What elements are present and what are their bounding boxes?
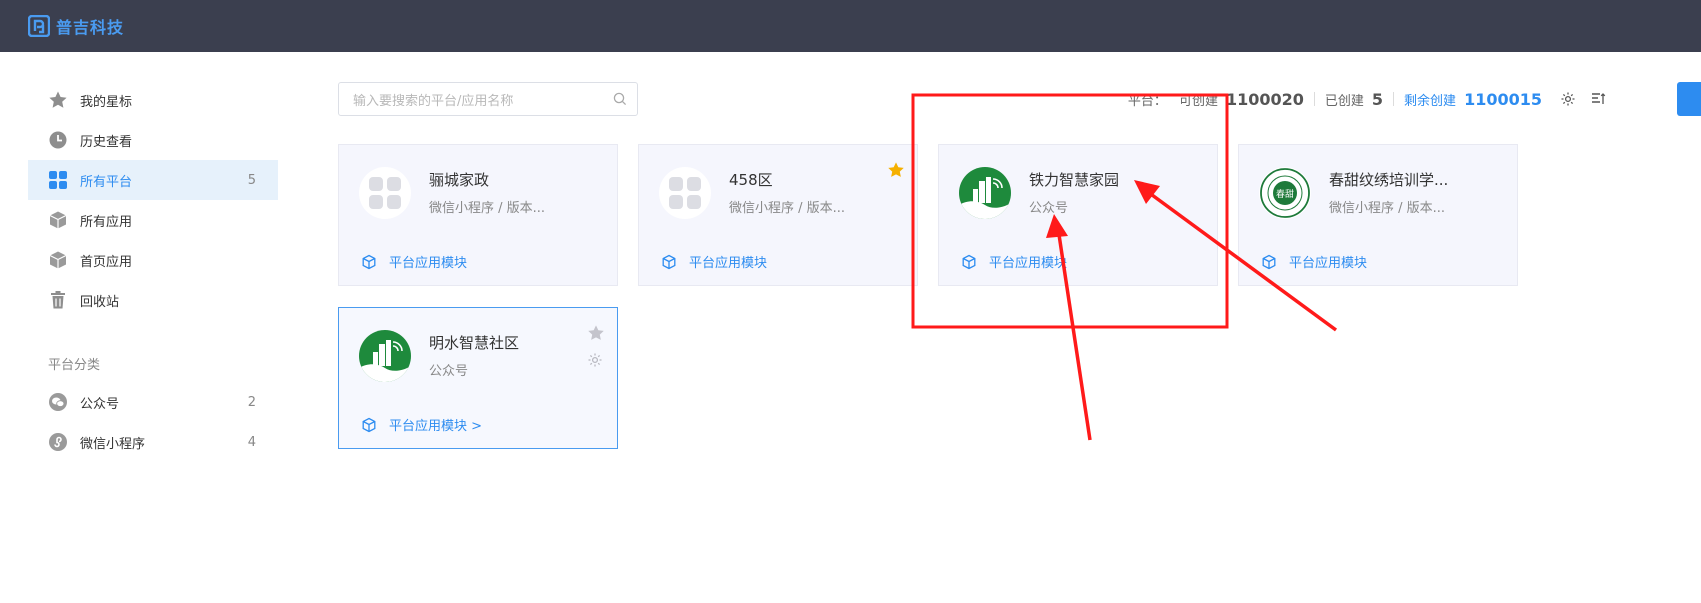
platform-module-link[interactable]: 平台应用模块 [1261, 252, 1367, 271]
college-seal-icon: 春甜 [1259, 167, 1311, 219]
cube-outline-icon [662, 254, 676, 269]
stats-can-create-label: 可创建 [1178, 93, 1218, 109]
cube-icon [48, 210, 68, 230]
platform-module-link[interactable]: 平台应用模块 > [361, 415, 482, 434]
sort-icon[interactable] [1590, 91, 1606, 107]
platform-type: 微信小程序 / 版本... [1329, 201, 1446, 216]
search-placeholder: 输入要搜索的平台/应用名称 [353, 93, 514, 109]
module-label: 平台应用模块 [389, 256, 468, 271]
sidebar-item-recycle-bin[interactable]: 回收站 [0, 280, 290, 320]
trash-icon [48, 290, 68, 310]
cube-outline-icon [362, 254, 376, 269]
cube-outline-icon [1262, 254, 1276, 269]
sidebar-section-title: 平台分类 [48, 358, 101, 373]
star-filled-icon[interactable] [887, 161, 905, 179]
platform-name: 明水智慧社区 [429, 334, 520, 352]
sidebar-item-label: 所有应用 [80, 214, 133, 230]
top-bar: 普吉科技 [0, 0, 1701, 52]
grid-icon [48, 170, 68, 190]
module-label: 平台应用模块 [689, 256, 768, 271]
sidebar-item-all-platforms[interactable]: 所有平台 5 [28, 160, 278, 200]
module-label: 平台应用模块 > [389, 419, 483, 434]
stats-remaining-value: 1100015 [1464, 89, 1542, 109]
stats-bar: 平台： 可创建 1100020 已创建 5 剩余创建 1100015 [1128, 86, 1606, 112]
sidebar-item-count: 2 [247, 394, 256, 410]
placeholder-app-icon [359, 167, 411, 219]
sidebar: 我的星标 历史查看 所有平台 5 所有应用 首页应用 回收站 平台分类 公众号 … [0, 80, 290, 462]
platform-type: 微信小程序 / 版本... [729, 201, 846, 216]
create-platform-button[interactable] [1677, 82, 1701, 116]
star-outline-icon[interactable] [587, 324, 605, 342]
stats-divider [1313, 92, 1315, 106]
star-icon [48, 90, 68, 110]
community-logo-icon [959, 167, 1011, 219]
sidebar-category-mini-program[interactable]: 微信小程序 4 [0, 422, 290, 462]
stats-created-label: 已创建 [1324, 93, 1364, 109]
platform-name: 骊城家政 [429, 171, 490, 189]
platform-card[interactable]: 骊城家政 微信小程序 / 版本... 平台应用模块 [338, 144, 618, 286]
cube-outline-icon [962, 254, 976, 269]
stats-platform-label: 平台： [1127, 93, 1167, 109]
cube-icon [48, 250, 68, 270]
college-seal-text: 春甜 [1276, 188, 1294, 200]
mini-program-icon [48, 432, 68, 452]
sidebar-item-label: 所有平台 [80, 174, 133, 190]
sidebar-item-history[interactable]: 历史查看 [0, 120, 290, 160]
brand-name[interactable]: 普吉科技 [56, 14, 124, 38]
platform-type: 微信小程序 / 版本... [429, 201, 546, 216]
platform-card[interactable]: 铁力智慧家园 公众号 平台应用模块 [938, 144, 1218, 286]
settings-gear-icon[interactable] [1560, 91, 1576, 107]
module-label: 平台应用模块 [1289, 256, 1368, 271]
sidebar-item-label: 回收站 [80, 294, 120, 310]
sidebar-item-label: 微信小程序 [80, 436, 146, 452]
wechat-icon [48, 392, 68, 412]
platform-module-link[interactable]: 平台应用模块 [661, 252, 767, 271]
sidebar-item-home-apps[interactable]: 首页应用 [0, 240, 290, 280]
sidebar-item-label: 公众号 [80, 396, 120, 412]
platform-name: 铁力智慧家园 [1029, 171, 1120, 189]
brand-logo-icon [28, 15, 50, 37]
sidebar-item-label: 历史查看 [80, 134, 133, 150]
placeholder-app-icon [659, 167, 711, 219]
sidebar-item-label: 我的星标 [80, 94, 133, 110]
stats-can-create-value: 1100020 [1225, 89, 1304, 109]
sidebar-item-count: 4 [247, 434, 256, 450]
platform-name: 458区 [729, 171, 773, 189]
platform-card[interactable]: 春甜 春甜纹绣培训学... 微信小程序 / 版本... 平台应用模块 [1238, 144, 1518, 286]
platform-card[interactable]: 458区 微信小程序 / 版本... 平台应用模块 [638, 144, 918, 286]
community-logo-icon [359, 330, 411, 382]
stats-divider [1393, 92, 1395, 106]
platform-module-link[interactable]: 平台应用模块 [361, 252, 467, 271]
sidebar-item-count: 5 [247, 172, 256, 188]
stats-remaining-label: 剩余创建 [1404, 93, 1457, 109]
clock-icon [48, 130, 68, 150]
platform-name: 春甜纹绣培训学... [1329, 171, 1449, 189]
search-input[interactable]: 输入要搜索的平台/应用名称 [338, 82, 638, 116]
stats-created-value: 5 [1371, 89, 1384, 109]
module-label: 平台应用模块 [989, 256, 1068, 271]
sidebar-item-all-apps[interactable]: 所有应用 [0, 200, 290, 240]
card-settings-gear-icon[interactable] [587, 352, 603, 368]
search-icon[interactable] [613, 92, 627, 106]
platform-card[interactable]: 明水智慧社区 公众号 平台应用模块 > [338, 307, 618, 449]
sidebar-category-official-account[interactable]: 公众号 2 [0, 382, 290, 422]
platform-type: 公众号 [429, 364, 469, 379]
cube-outline-icon [362, 417, 376, 432]
sidebar-item-label: 首页应用 [80, 254, 133, 270]
platform-module-link[interactable]: 平台应用模块 [961, 252, 1067, 271]
sidebar-item-starred[interactable]: 我的星标 [0, 80, 290, 120]
platform-type: 公众号 [1029, 201, 1069, 216]
